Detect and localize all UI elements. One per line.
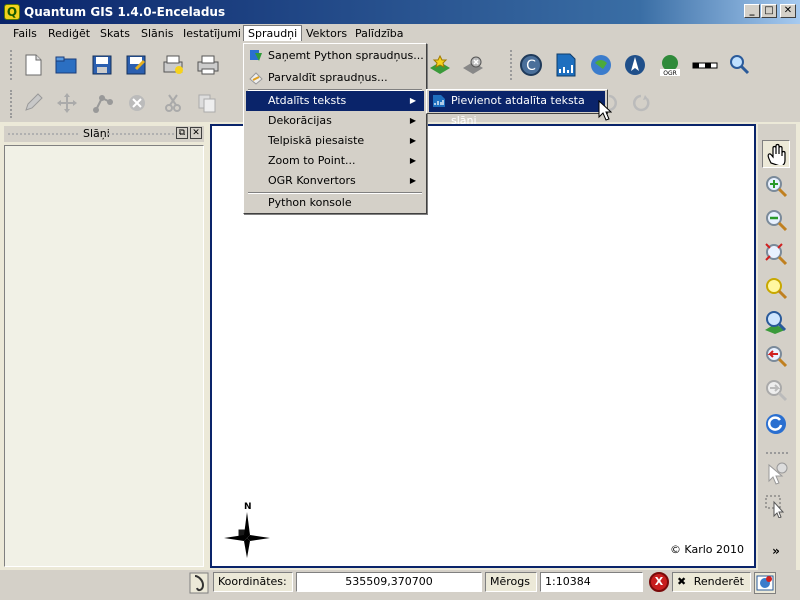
scale-label: Mērogs [485, 572, 537, 592]
submenu-arrow-icon: ▶ [409, 176, 416, 185]
toggle-editing-icon[interactable] [20, 90, 46, 116]
zoom-to-selection-icon[interactable] [762, 308, 790, 336]
layers-list[interactable] [4, 145, 204, 567]
toolbar-more-icon[interactable]: » [762, 544, 790, 558]
delete-selected-icon[interactable] [124, 90, 150, 116]
submenu-arrow-icon: ▶ [409, 96, 416, 105]
menu-slanis[interactable]: Slānis [137, 27, 178, 43]
svg-text:OGR: OGR [663, 70, 677, 77]
status-bar: Koordinātes: 535509,370700 Mērogs 1:1038… [0, 570, 800, 600]
layers-panel-header[interactable]: Slāņi ⧉ ✕ [4, 126, 204, 142]
toolbar-grip[interactable] [10, 50, 14, 80]
svg-text:C: C [526, 58, 536, 74]
new-project-icon[interactable] [20, 52, 46, 78]
menu-palidziba[interactable]: Palīdzība [351, 27, 408, 43]
render-label: Renderēt [693, 575, 744, 588]
panel-grip [108, 133, 174, 135]
zoom-out-icon[interactable] [762, 206, 790, 234]
copyright-label-icon[interactable]: C [518, 52, 544, 78]
toolbar-grip[interactable] [510, 50, 514, 80]
move-feature-icon[interactable] [54, 90, 80, 116]
window-title: Quantum GIS 1.4.0-Enceladus [24, 5, 226, 19]
render-checkbox-mark: ✖ [677, 575, 687, 588]
remove-layer-icon[interactable] [460, 52, 486, 78]
zoom-next-icon[interactable] [762, 376, 790, 404]
save-project-icon[interactable] [89, 52, 115, 78]
map-navigation-toolbar: » [758, 124, 796, 570]
zoom-in-icon[interactable] [762, 172, 790, 200]
open-project-icon[interactable] [53, 52, 79, 78]
menu-item-georeferencer[interactable]: Telpiskā piesaiste ▶ [246, 131, 424, 151]
save-as-icon[interactable] [123, 52, 149, 78]
title-bar: Q Quantum GIS 1.4.0-Enceladus _ □ ✕ [0, 0, 800, 24]
maximize-button[interactable]: □ [761, 4, 777, 18]
scale-bar-icon[interactable] [692, 52, 718, 78]
zoom-last-icon[interactable] [762, 342, 790, 370]
menu-item-decorations[interactable]: Dekorācijas ▶ [246, 111, 424, 131]
menu-bar: Fails Rediģēt Skats Slānis Iestatījumi S… [0, 24, 800, 44]
cut-features-icon[interactable] [160, 90, 186, 116]
menu-item-zoom-to-point[interactable]: Zoom to Point... ▶ [246, 151, 424, 171]
toolbar-grip[interactable] [766, 452, 788, 454]
menu-skats[interactable]: Skats [96, 27, 134, 43]
copy-features-icon[interactable] [194, 90, 220, 116]
menu-item-manage-plugins[interactable]: Parvaldīt spraudņus... [246, 68, 424, 88]
menu-item-add-delimited-text-layer[interactable]: Pievienot atdalīta teksta slāni [429, 91, 605, 127]
minimize-button[interactable]: _ [744, 4, 760, 18]
zoom-to-layer-icon[interactable] [762, 274, 790, 302]
refresh-icon[interactable] [762, 410, 790, 438]
delimited-text-icon [433, 95, 445, 107]
delimited-text-layer-icon[interactable] [553, 52, 579, 78]
node-tool-icon[interactable] [90, 90, 116, 116]
identify-features-icon[interactable] [762, 460, 790, 488]
north-arrow-icon[interactable] [622, 52, 648, 78]
submenu-arrow-icon: ▶ [409, 116, 416, 125]
submenu-arrow-icon: ▶ [409, 156, 416, 165]
panel-grip [8, 133, 78, 135]
svg-text:N: N [244, 502, 252, 512]
menu-item-get-python-plugins[interactable]: Saņemt Python spraudņus... [246, 46, 424, 66]
pan-hand-icon[interactable] [762, 140, 790, 168]
panel-float-button[interactable]: ⧉ [176, 127, 188, 139]
print-icon[interactable] [195, 52, 221, 78]
projection-icon[interactable] [754, 572, 776, 594]
plugin-search-icon[interactable] [727, 52, 753, 78]
menu-spraudni[interactable]: Spraudņi [243, 25, 303, 41]
plugin-manager-icon [249, 72, 263, 85]
render-checkbox[interactable]: ✖ Renderēt [672, 572, 751, 592]
stop-render-button[interactable]: X [649, 572, 669, 592]
submenu-arrow-icon: ▶ [409, 136, 416, 145]
menu-fails[interactable]: Fails [9, 27, 41, 43]
menu-vektors[interactable]: Vektors [302, 27, 351, 43]
zoom-full-icon[interactable] [762, 240, 790, 268]
scale-field[interactable]: 1:10384 [540, 572, 643, 592]
ogr-converter-icon[interactable]: OGR [657, 52, 683, 78]
panel-close-button[interactable]: ✕ [190, 127, 202, 139]
close-button[interactable]: ✕ [780, 4, 796, 18]
menu-item-python-console[interactable]: Python konsole [246, 193, 424, 213]
menu-rediget[interactable]: Rediģēt [44, 27, 94, 43]
coordinates-field[interactable]: 535509,370700 [296, 572, 482, 592]
coordinates-label: Koordinātes: [213, 572, 293, 592]
toolbar-grip[interactable] [10, 90, 14, 118]
print-composer-icon[interactable] [160, 52, 186, 78]
mouse-pointer-icon [598, 100, 612, 121]
menu-iestatijumi[interactable]: Iestatījumi [179, 27, 245, 43]
python-download-icon [250, 50, 262, 61]
select-features-icon[interactable] [762, 492, 790, 520]
plugins-menu: Saņemt Python spraudņus... Parvaldīt spr… [243, 43, 427, 214]
delimited-text-submenu: Pievienot atdalīta teksta slāni [426, 89, 608, 127]
georeferencer-icon[interactable] [588, 52, 614, 78]
menu-item-ogr-converter[interactable]: OGR Konvertors ▶ [246, 171, 424, 191]
redo-icon[interactable] [628, 90, 654, 116]
qgis-app-icon: Q [4, 4, 20, 20]
north-arrow-icon: N [224, 502, 270, 558]
menu-item-delimited-text[interactable]: Atdalīts teksts ▶ [246, 91, 424, 111]
copyright-label: © Karlo 2010 [669, 543, 744, 556]
add-wms-icon[interactable] [427, 52, 453, 78]
coordinate-toggle-icon[interactable] [189, 572, 209, 594]
